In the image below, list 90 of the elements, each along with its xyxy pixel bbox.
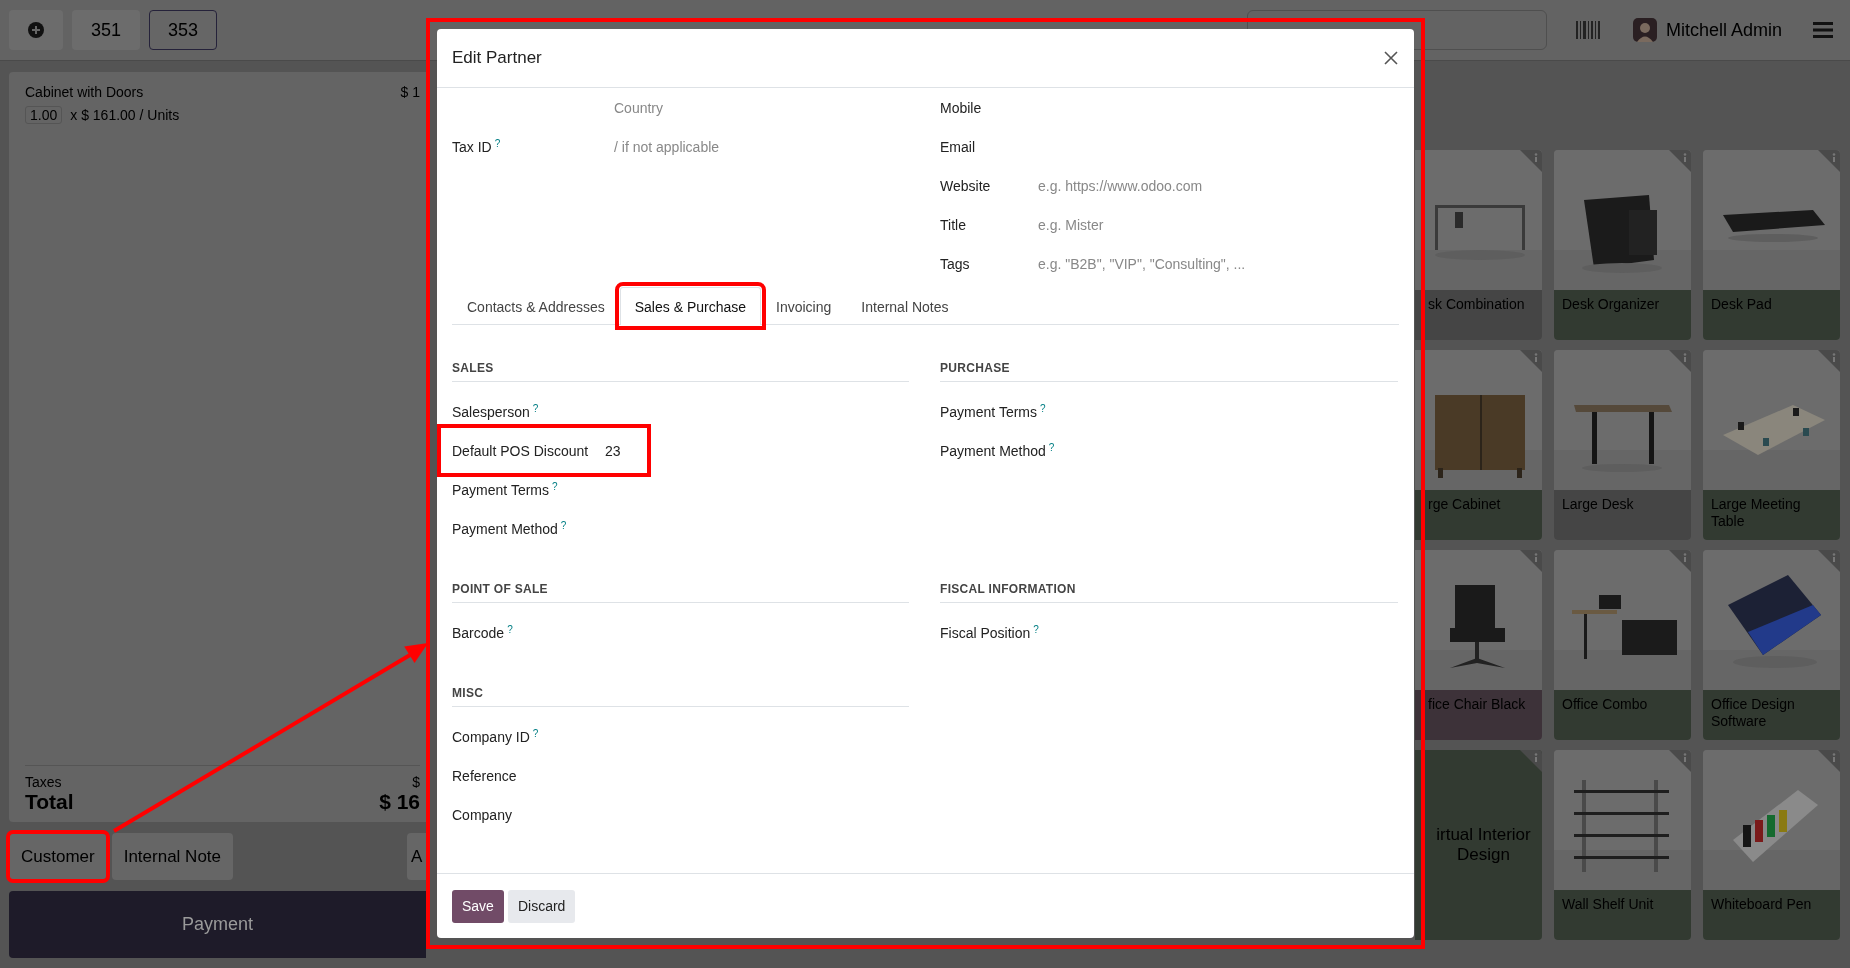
info-icon[interactable] <box>1669 750 1691 772</box>
field-label: Barcode <box>452 624 505 641</box>
action-button[interactable]: Customer <box>9 833 107 880</box>
dialog-title: Edit Partner <box>452 48 542 68</box>
product-label: Desk Organizer <box>1554 290 1691 340</box>
info-icon[interactable] <box>1669 350 1691 372</box>
help-mark[interactable]: ? <box>494 138 501 149</box>
product-label: fice Chair Black <box>1415 690 1542 740</box>
info-icon[interactable] <box>1520 350 1542 372</box>
taxes-amount: $ <box>412 774 420 790</box>
new-order-button[interactable] <box>9 10 63 50</box>
product-label: Large Desk <box>1554 490 1691 540</box>
line-price: $ 1 <box>400 84 420 100</box>
tab[interactable]: Contacts & Addresses <box>452 287 620 325</box>
action-button[interactable]: Internal Note <box>111 833 234 880</box>
section-title: MISC <box>452 686 909 707</box>
product-tile[interactable]: sk Combination <box>1415 150 1542 340</box>
field-label: Payment Method <box>940 442 1046 459</box>
product-label: irtual Interior Design <box>1435 825 1532 865</box>
product-label: sk Combination <box>1415 290 1542 340</box>
info-icon[interactable] <box>1669 550 1691 572</box>
help-mark[interactable]: ? <box>560 520 567 531</box>
field-label: Company ID <box>452 728 530 745</box>
product-label: Whiteboard Pen <box>1703 890 1840 940</box>
section-title: PURCHASE <box>940 361 1398 382</box>
input-field[interactable]: e.g. "B2B", "VIP", "Consulting", ... <box>1038 255 1398 272</box>
product-label: Office Design Software <box>1703 690 1840 740</box>
user-name[interactable]: Mitchell Admin <box>1665 19 1782 41</box>
input-field[interactable]: Country <box>614 99 909 116</box>
input-field[interactable]: / if not applicable <box>614 138 909 155</box>
field-label: Tags <box>940 255 970 272</box>
section-title: FISCAL INFORMATION <box>940 582 1398 603</box>
field-label: Email <box>940 138 975 155</box>
info-icon[interactable] <box>1818 150 1840 172</box>
field-label: Reference <box>452 767 517 784</box>
field-label: Payment Terms <box>940 403 1037 420</box>
field-label: Default POS Discount <box>452 442 589 459</box>
total-amount: $ 16 <box>379 790 420 814</box>
product-label: rge Cabinet <box>1415 490 1542 540</box>
product-tile[interactable]: Large Desk <box>1554 350 1691 540</box>
info-icon[interactable] <box>1520 550 1542 572</box>
discard-button[interactable]: Discard <box>507 889 576 923</box>
barcode-icon[interactable] <box>1575 21 1600 39</box>
help-mark[interactable]: ? <box>552 481 558 492</box>
tab[interactable]: Invoicing <box>761 287 847 325</box>
unit-price: x $ 161.00 / Units <box>70 107 180 123</box>
product-label: Office Combo <box>1554 690 1691 740</box>
field-label: Salesperson <box>452 403 530 420</box>
action-button[interactable]: A <box>407 833 426 880</box>
product-label: Wall Shelf Unit <box>1554 890 1691 940</box>
order-tab[interactable]: 351 <box>72 10 141 50</box>
field-label: Website <box>940 177 991 194</box>
field-label: Fiscal Position <box>940 624 1031 641</box>
field-label: Tax ID <box>452 138 492 155</box>
info-icon[interactable] <box>1520 750 1542 772</box>
field-label: Mobile <box>940 99 982 116</box>
help-mark[interactable]: ? <box>532 728 539 739</box>
plus-icon <box>28 22 44 38</box>
help-mark[interactable]: ? <box>1040 403 1046 414</box>
info-icon[interactable] <box>1669 150 1691 172</box>
field-label: Title <box>940 216 966 233</box>
info-icon[interactable] <box>1818 750 1840 772</box>
field-label: Payment Method <box>452 520 558 537</box>
tab[interactable]: Internal Notes <box>846 287 964 325</box>
payment-button[interactable]: Payment <box>9 891 426 958</box>
product-name: Cabinet with Doors <box>25 84 144 100</box>
help-mark[interactable]: ? <box>532 403 539 414</box>
total-label: Total <box>25 790 74 814</box>
help-mark[interactable]: ? <box>1048 442 1055 453</box>
input-field[interactable]: 23 <box>605 442 635 459</box>
product-label: Desk Pad <box>1703 290 1840 340</box>
close-icon[interactable] <box>1384 51 1398 65</box>
save-button[interactable]: Save <box>452 889 504 923</box>
input-field[interactable]: e.g. Mister <box>1038 216 1398 233</box>
avatar-icon <box>1632 18 1657 42</box>
info-icon[interactable] <box>1818 550 1840 572</box>
field-label: Company <box>452 806 512 823</box>
section-title: SALES <box>452 361 909 382</box>
input-field[interactable]: e.g. https://www.odoo.com <box>1038 177 1398 194</box>
help-mark[interactable]: ? <box>507 624 513 635</box>
order-tab[interactable]: 353 <box>149 10 218 50</box>
product-label: Large Meeting Table <box>1703 490 1840 540</box>
taxes-label: Taxes <box>25 774 62 790</box>
help-mark[interactable]: ? <box>1033 624 1039 635</box>
quantity: 1.00 <box>25 106 63 124</box>
field-label: Payment Terms <box>452 481 549 498</box>
info-icon[interactable] <box>1818 350 1840 372</box>
info-icon[interactable] <box>1520 150 1542 172</box>
section-title: POINT OF SALE <box>452 582 909 603</box>
menu-icon[interactable] <box>1813 22 1833 38</box>
